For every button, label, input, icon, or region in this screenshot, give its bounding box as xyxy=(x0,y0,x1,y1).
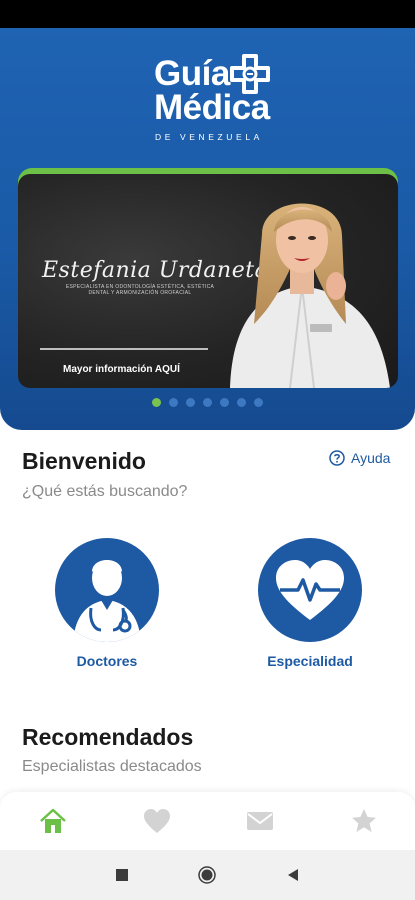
doctor-photo xyxy=(230,203,390,388)
banner-cta-link[interactable]: Mayor información AQUÍ xyxy=(63,364,180,375)
banner-divider xyxy=(40,348,208,350)
bottom-navigation xyxy=(0,792,415,850)
banner-specialty: ESPECIALISTA EN ODONTOLOGÍA ESTÉTICA, ES… xyxy=(65,284,215,296)
carousel-indicator xyxy=(152,398,263,407)
carousel-dot[interactable] xyxy=(254,398,263,407)
home-icon[interactable] xyxy=(38,806,68,836)
logo-subtitle: DE VENEZUELA xyxy=(155,132,263,142)
category-specialty[interactable]: Especialidad xyxy=(245,538,375,669)
system-navigation-bar xyxy=(0,850,415,900)
home-button-icon[interactable] xyxy=(197,865,217,885)
promo-banner[interactable]: Estefania Urdaneta ESPECIALISTA EN ODONT… xyxy=(18,174,398,388)
back-button-icon[interactable] xyxy=(283,865,303,885)
help-icon xyxy=(329,450,345,466)
welcome-title: Bienvenido xyxy=(22,448,146,474)
medical-cross-icon xyxy=(230,54,270,94)
app-logo: Guía Médica DE VENEZUELA xyxy=(150,52,280,148)
star-icon[interactable] xyxy=(349,806,379,836)
welcome-subtitle: ¿Qué estás buscando? xyxy=(22,483,188,500)
heart-icon[interactable] xyxy=(142,806,172,836)
mail-icon[interactable] xyxy=(245,806,275,836)
logo-line2: Médica xyxy=(154,88,270,127)
category-label-specialty: Especialidad xyxy=(267,653,353,669)
category-doctors[interactable]: Doctores xyxy=(42,538,172,669)
help-link[interactable]: Ayuda xyxy=(329,450,390,466)
category-label-doctors: Doctores xyxy=(76,653,138,669)
recommended-title: Recomendados xyxy=(22,724,194,750)
recents-button-icon[interactable] xyxy=(112,865,132,885)
carousel-dot[interactable] xyxy=(169,398,178,407)
carousel-dot[interactable] xyxy=(152,398,161,407)
help-label: Ayuda xyxy=(351,450,391,466)
status-bar xyxy=(0,0,415,28)
doctor-icon xyxy=(55,538,159,642)
carousel-dot[interactable] xyxy=(186,398,195,407)
carousel-dot[interactable] xyxy=(203,398,212,407)
logo-line1: Guía xyxy=(154,54,230,93)
recommended-subtitle: Especialistas destacados xyxy=(22,758,202,775)
heart-pulse-icon xyxy=(258,538,362,642)
carousel-dot[interactable] xyxy=(220,398,229,407)
carousel-dot[interactable] xyxy=(237,398,246,407)
